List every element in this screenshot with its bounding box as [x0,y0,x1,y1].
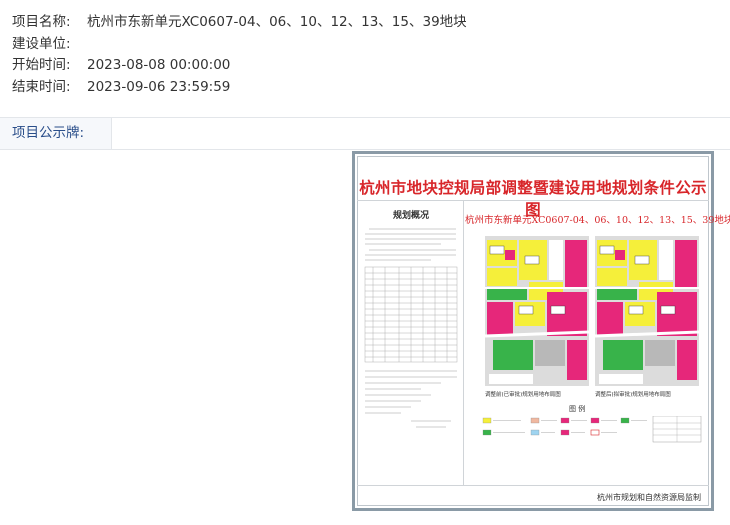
map-before [485,236,589,386]
end-time-label: 结束时间: [12,78,71,95]
board-footer-line [357,485,709,486]
project-info: 项目名称: 杭州市东新单元XC0607-04、06、10、12、13、15、39地… [12,12,467,98]
construction-unit-row: 建设单位: [12,34,467,56]
end-time-value: 2023-09-06 23:59:59 [87,78,231,95]
map-before-caption: 调整前(已审批)规划用地布局图 [485,392,561,398]
start-time-value: 2023-08-08 00:00:00 [87,57,231,73]
board-section-label: 项目公示牌: [0,118,112,149]
map-after [595,236,699,386]
legend-title: 图 例 [569,405,586,413]
map-after-caption: 调整后(拟审批)规划用地布局图 [595,392,671,398]
overview-title: 规划概况 [392,211,429,221]
board-footer: 杭州市规划和自然资源局监制 [597,493,701,502]
board-divider [357,200,709,201]
start-time-label: 开始时间: [12,57,71,73]
construction-unit-label: 建设单位: [12,35,71,52]
project-name-value: 杭州市东新单元XC0607-04、06、10、12、13、15、39地块 [87,14,467,30]
project-board-image[interactable]: 杭州市地块控规局部调整暨建设用地规划条件公示图 杭州市规划和自然资源局监制 规划… [352,151,730,511]
start-time-row: 开始时间: 2023-08-08 00:00:00 [12,55,467,77]
overview-text-and-table [364,228,458,428]
project-name-row: 项目名称: 杭州市东新单元XC0607-04、06、10、12、13、15、39地… [12,12,467,34]
overview-panel: 规划概况 [361,204,461,451]
end-time-row: 结束时间: 2023-09-06 23:59:59 [12,77,467,99]
board-column-divider [463,201,464,486]
map-title: 杭州市东新单元XC0607-04、06、10、12、13、15、39地块 [465,215,730,226]
board-section-bar: 项目公示牌: [0,117,730,150]
project-name-label: 项目名称: [12,14,71,30]
legend-swatches [482,416,702,443]
